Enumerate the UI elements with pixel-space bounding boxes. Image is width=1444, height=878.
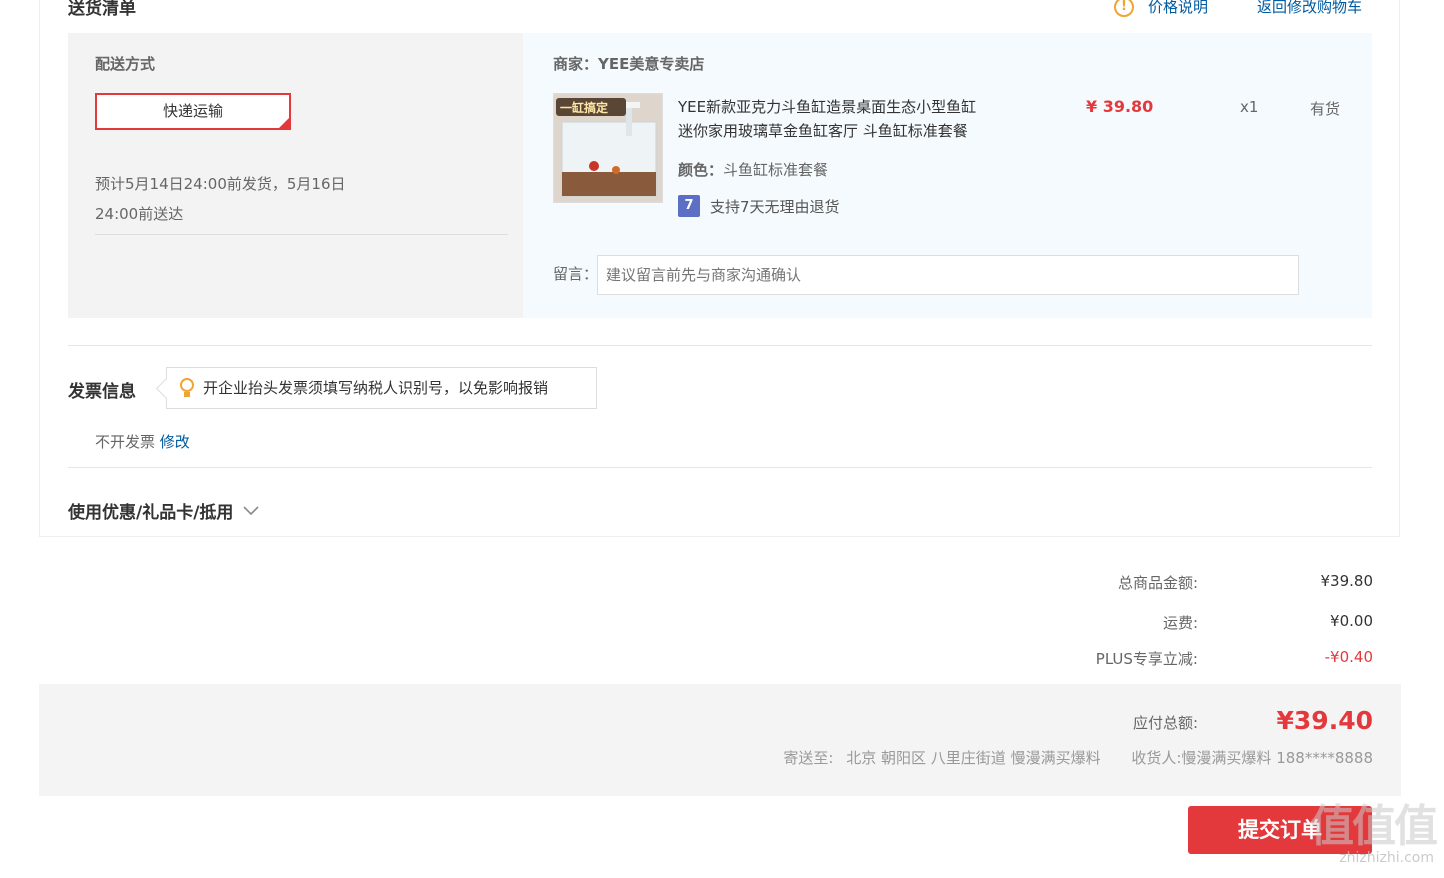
return-policy: 7 支持7天无理由退货 <box>678 195 840 217</box>
price-note-link[interactable]: ! 价格说明 <box>1114 0 1208 17</box>
coupon-title: 使用优惠/礼品卡/抵用 <box>68 503 234 523</box>
payable-total-value: ¥39.40 <box>1276 706 1373 735</box>
chevron-down-icon <box>243 501 259 520</box>
payment-bar <box>39 684 1401 796</box>
merchant-label: 商家： <box>553 55 599 73</box>
shipping-divider <box>95 234 508 235</box>
price-note-label: 价格说明 <box>1148 0 1209 16</box>
invoice-status-row: 不开发票 修改 <box>95 431 190 452</box>
ship-to-label: 寄送至: <box>783 749 834 767</box>
site-watermark: 值值值 <box>1310 801 1438 852</box>
receiver-value: 慢漫满买爆料 188****8888 <box>1181 749 1373 767</box>
plus-discount-value: -¥0.40 <box>1324 648 1373 666</box>
shipping-method-label: 配送方式 <box>95 55 156 73</box>
product-stock: 有货 <box>1310 100 1341 118</box>
merchant-name: YEE美意专卖店 <box>598 55 705 73</box>
plus-discount-label: PLUS专享立减: <box>1095 650 1198 668</box>
delivery-list-title: 送货清单 <box>68 0 136 19</box>
section-divider-2 <box>68 467 1372 468</box>
invoice-title: 发票信息 <box>68 382 136 402</box>
shipping-option-label: 快递运输 <box>162 102 223 120</box>
product-title-line1: YEE新款亚克力斗鱼缸造景桌面生态小型鱼缸 <box>678 98 977 116</box>
color-value: 斗鱼缸标准套餐 <box>723 161 829 179</box>
product-image[interactable]: 一缸搞定 <box>553 93 663 203</box>
check-icon: ✓ <box>280 117 288 127</box>
invoice-edit-link[interactable]: 修改 <box>160 433 190 451</box>
invoice-status: 不开发票 <box>95 433 156 451</box>
merchant-row: 商家：YEE美意专卖店 <box>553 53 704 74</box>
product-price: ¥ 39.80 <box>1086 97 1154 116</box>
address-row: 寄送至: 北京 朝阳区 八里庄街道 慢漫满买爆料 收货人:慢漫满买爆料 188*… <box>690 747 1373 768</box>
section-divider-1 <box>68 345 1372 346</box>
product-image-badge: 一缸搞定 <box>560 101 609 115</box>
message-input[interactable] <box>597 255 1299 295</box>
invoice-tip: 开企业抬头发票须填写纳税人识别号，以免影响报销 <box>166 367 597 409</box>
coupon-toggle[interactable]: 使用优惠/礼品卡/抵用 <box>68 498 259 523</box>
freight-value: ¥0.00 <box>1330 612 1373 630</box>
receiver-label: 收货人: <box>1131 749 1182 767</box>
color-label: 颜色： <box>678 161 724 179</box>
payable-total-label: 应付总额: <box>1132 714 1198 732</box>
site-watermark-url: zhizhizhi.com <box>1339 850 1434 866</box>
invoice-tip-text: 开企业抬头发票须填写纳税人识别号，以免影响报销 <box>203 379 549 397</box>
message-label: 留言： <box>553 265 599 283</box>
product-qty: x1 <box>1240 98 1259 116</box>
goods-total-label: 总商品金额: <box>1117 574 1198 592</box>
back-to-cart-link[interactable]: 返回修改购物车 <box>1257 0 1362 17</box>
return-policy-text: 支持7天无理由退货 <box>710 197 840 216</box>
freight-label: 运费: <box>1162 614 1198 632</box>
product-title[interactable]: YEE新款亚克力斗鱼缸造景桌面生态小型鱼缸 迷你家用玻璃草金鱼缸客厅 斗鱼缸标准… <box>678 95 976 143</box>
eta-line2: 24:00前送达 <box>95 205 184 223</box>
info-icon: ! <box>1114 0 1134 17</box>
ship-to-value: 北京 朝阳区 八里庄街道 慢漫满买爆料 <box>846 749 1101 767</box>
product-title-line2: 迷你家用玻璃草金鱼缸客厅 斗鱼缸标准套餐 <box>678 122 968 140</box>
shipping-option-express[interactable]: 快递运输 ✓ <box>95 93 291 130</box>
product-color: 颜色：斗鱼缸标准套餐 <box>678 159 828 180</box>
goods-total-value: ¥39.80 <box>1320 572 1374 590</box>
eta-line1: 预计5月14日24:00前发货，5月16日 <box>95 175 346 193</box>
return-7day-icon: 7 <box>678 195 700 217</box>
lightbulb-icon <box>179 368 195 423</box>
